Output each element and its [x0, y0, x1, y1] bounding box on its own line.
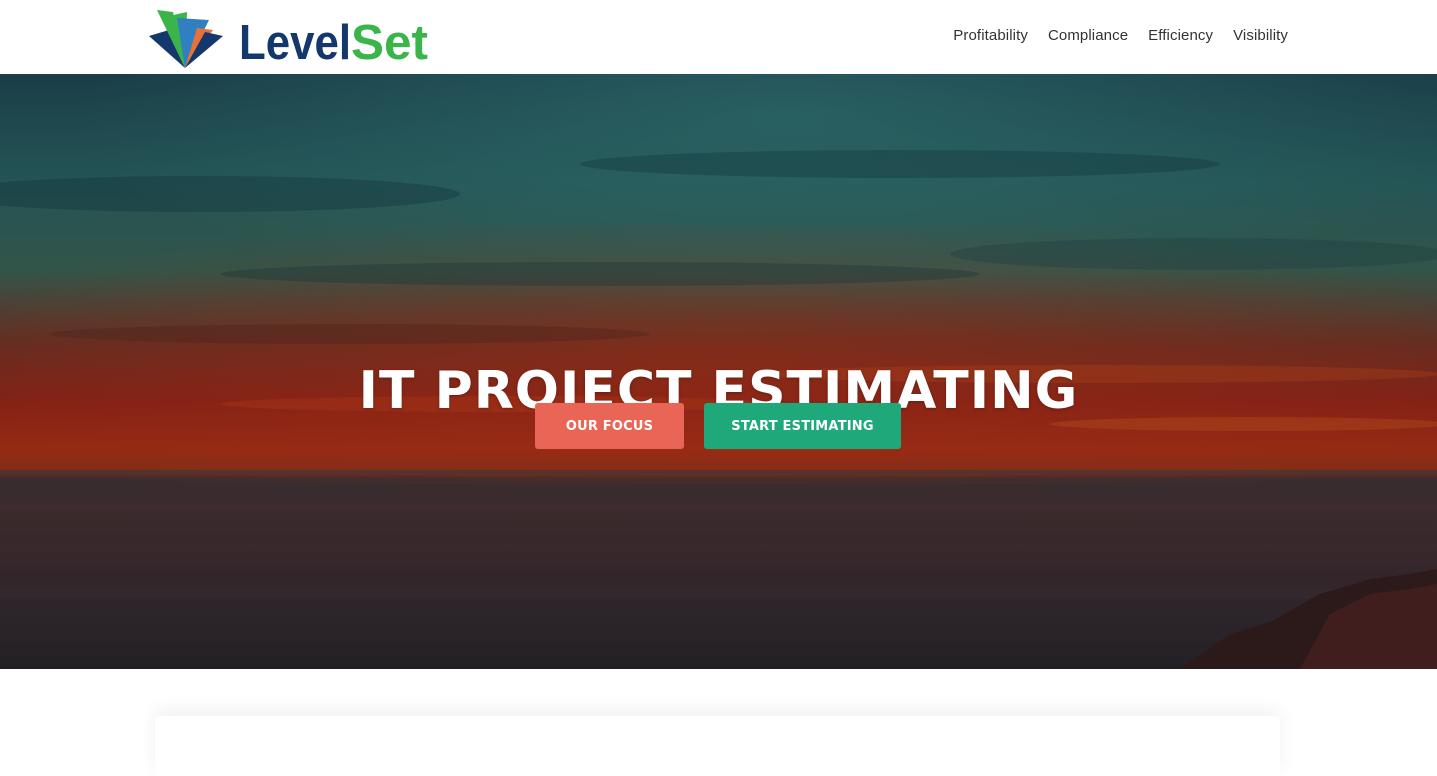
brand-name-level: Level	[239, 16, 351, 68]
nav-item-profitability[interactable]: Profitability	[953, 26, 1028, 46]
site-header: Level Set Profitability Compliance Effic…	[0, 0, 1437, 74]
brand-name-set: Set	[351, 16, 428, 68]
content-card	[155, 716, 1280, 776]
levelset-logo-graphic: Level Set	[149, 10, 428, 68]
nav-item-efficiency[interactable]: Efficiency	[1148, 26, 1213, 46]
our-focus-button[interactable]: OUR FOCUS	[535, 403, 684, 449]
hero-section: IT PROJECT ESTIMATING	[0, 74, 1437, 669]
nav-item-visibility[interactable]: Visibility	[1233, 26, 1288, 46]
nav-item-compliance[interactable]: Compliance	[1048, 26, 1128, 46]
start-estimating-button[interactable]: START ESTIMATING	[704, 403, 901, 449]
main-nav: Profitability Compliance Efficiency Visi…	[953, 26, 1288, 46]
levelset-logo[interactable]: Level Set	[147, 8, 437, 68]
